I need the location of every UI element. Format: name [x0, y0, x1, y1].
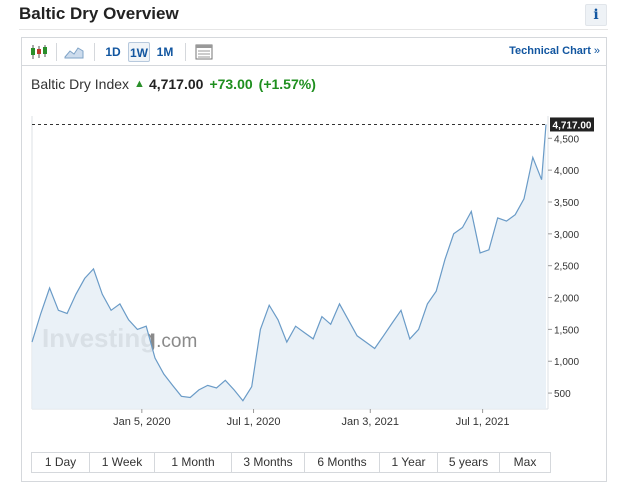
y-tick-label: 2,500: [554, 262, 579, 273]
range-button-5-years[interactable]: 5 years: [437, 452, 500, 473]
range-button-1-year[interactable]: 1 Year: [379, 452, 438, 473]
title-divider: [19, 29, 608, 30]
y-tick-label: 1,500: [554, 325, 579, 336]
x-tick-label: Jan 5, 2020: [113, 416, 171, 428]
range-button-1-day[interactable]: 1 Day: [31, 452, 90, 473]
range-button-6-months[interactable]: 6 Months: [304, 452, 380, 473]
y-tick-label: 4,000: [554, 166, 579, 177]
x-tick-label: Jul 1, 2021: [456, 416, 510, 428]
range-button-max[interactable]: Max: [499, 452, 551, 473]
range-selector: 1 Day 1 Week 1 Month 3 Months 6 Months 1 Year…: [31, 452, 551, 473]
page-title: Baltic Dry Overview: [19, 4, 179, 23]
chart-panel: 1D 1W 1M Technical Chart» Baltic Dry Ind…: [21, 37, 607, 482]
series-area-fill: [32, 124, 546, 409]
range-button-1-week[interactable]: 1 Week: [89, 452, 155, 473]
x-tick-label: Jul 1, 2020: [227, 416, 281, 428]
info-button[interactable]: i: [585, 4, 607, 26]
last-value-label: 4,717.00: [553, 120, 592, 131]
price-chart[interactable]: Investing.com4,717.005001,0001,5002,0002…: [22, 38, 608, 448]
range-button-1-month[interactable]: 1 Month: [154, 452, 232, 473]
y-tick-label: 3,500: [554, 198, 579, 209]
y-tick-label: 500: [554, 389, 571, 400]
y-tick-label: 1,000: [554, 357, 579, 368]
range-button-3-months[interactable]: 3 Months: [231, 452, 305, 473]
y-tick-label: 3,000: [554, 230, 579, 241]
x-tick-label: Jan 3, 2021: [342, 416, 400, 428]
y-tick-label: 4,500: [554, 134, 579, 145]
y-tick-label: 2,000: [554, 294, 579, 305]
